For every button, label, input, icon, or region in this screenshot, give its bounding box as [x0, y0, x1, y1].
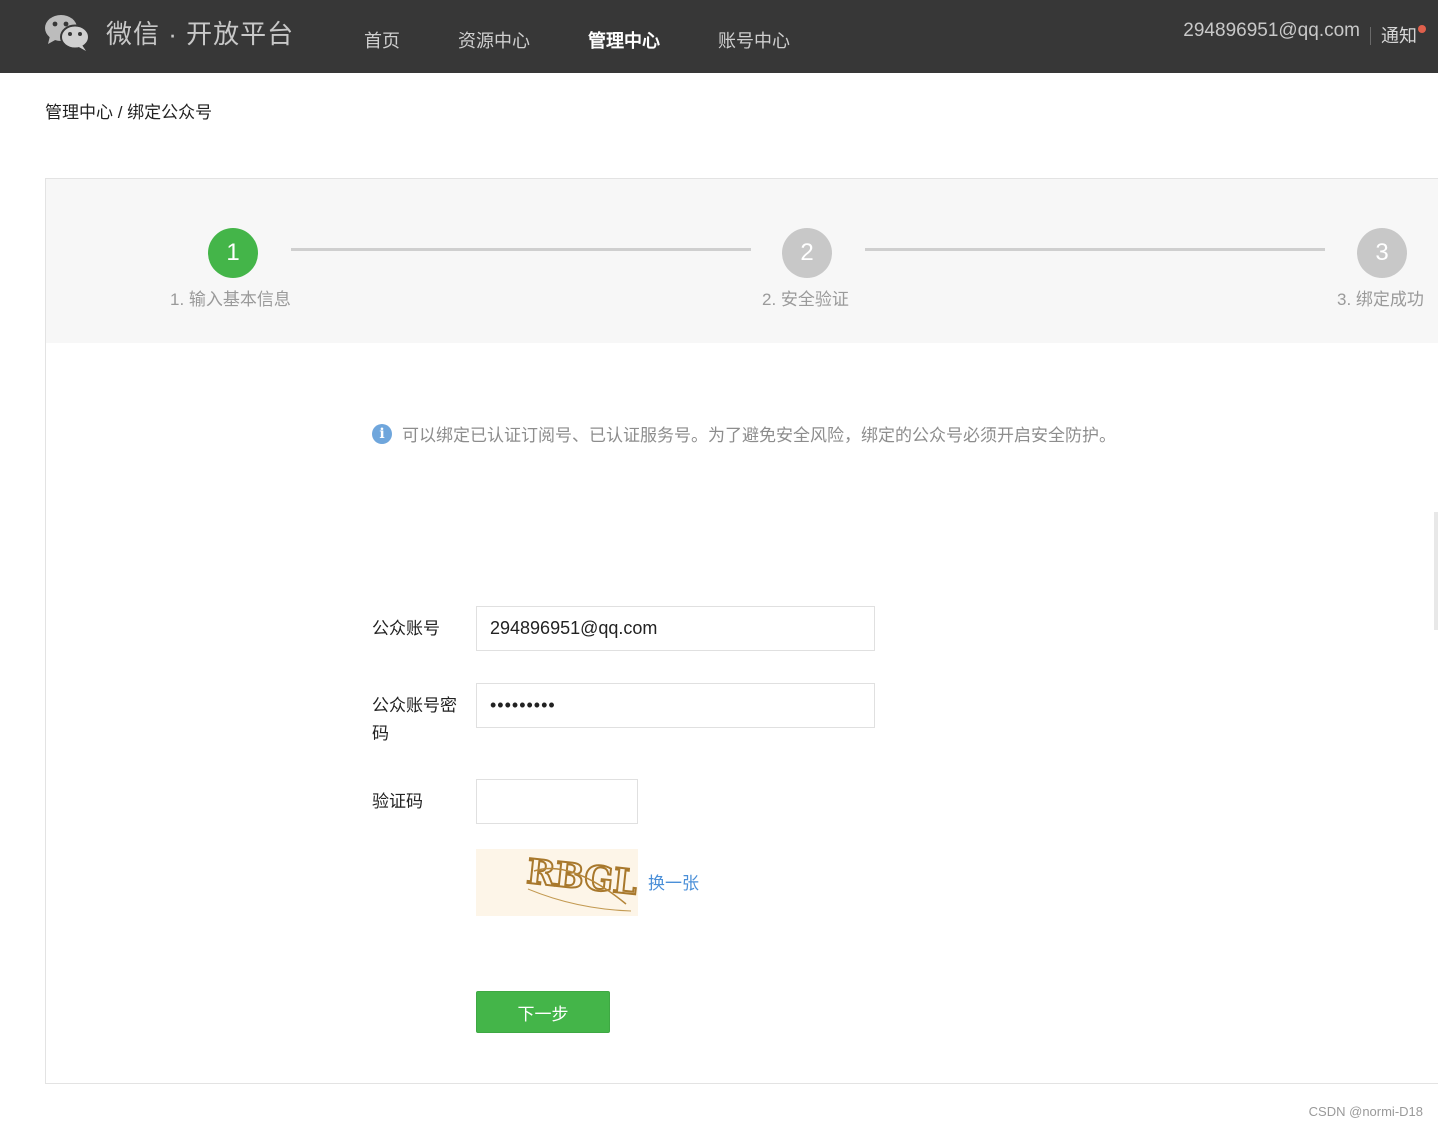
- account-email[interactable]: 294896951@qq.com: [1183, 20, 1360, 42]
- nav-item-account-center[interactable]: 账号中心: [718, 21, 790, 53]
- step-1-circle: 1: [208, 228, 258, 278]
- step-progress: 1 1. 输入基本信息 2 2. 安全验证 3 3. 绑定成功: [46, 179, 1438, 343]
- nav-item-management[interactable]: 管理中心: [588, 21, 660, 53]
- security-tip: i 可以绑定已认证订阅号、已认证服务号。为了避免安全风险，绑定的公众号必须开启安…: [372, 421, 1116, 446]
- step-2-number: 2: [800, 239, 814, 266]
- account-input[interactable]: 294896951@qq.com: [476, 606, 875, 651]
- step-connector-2: [865, 248, 1325, 251]
- step-1-label: 1. 输入基本信息: [170, 290, 291, 309]
- password-label: 公众账号密 码: [372, 692, 457, 748]
- header-divider: [1370, 27, 1371, 45]
- step-3-label: 3. 绑定成功: [1337, 290, 1424, 309]
- info-icon: i: [372, 423, 392, 444]
- captcha-text: RBGL: [525, 852, 638, 903]
- step-2-circle: 2: [782, 228, 832, 278]
- account-input-value: 294896951@qq.com: [490, 618, 658, 638]
- breadcrumb-current: 绑定公众号: [127, 103, 213, 122]
- password-input[interactable]: •••••••••: [476, 683, 875, 728]
- next-step-button[interactable]: 下一步: [476, 991, 610, 1033]
- tip-text: 可以绑定已认证订阅号、已认证服务号。为了避免安全风险，绑定的公众号必须开启安全防…: [402, 426, 1116, 445]
- notice-link[interactable]: 通知: [1381, 22, 1417, 48]
- top-navigation-bar: 微信 · 开放平台 首页 资源中心 管理中心 账号中心 294896951@qq…: [0, 0, 1438, 73]
- password-label-line2: 码: [372, 724, 389, 743]
- step-connector-1: [291, 248, 751, 251]
- step-2-label: 2. 安全验证: [762, 290, 849, 309]
- breadcrumb-separator: /: [113, 103, 128, 122]
- nav-item-resources[interactable]: 资源中心: [458, 21, 530, 53]
- notice-badge-dot: [1418, 25, 1426, 33]
- wechat-open-platform-logo[interactable]: 微信 · 开放平台: [44, 12, 294, 52]
- nav-item-home[interactable]: 首页: [364, 21, 400, 53]
- step-1-number: 1: [226, 239, 240, 266]
- captcha-image-graphic: RBGL: [524, 851, 638, 912]
- captcha-label: 验证码: [372, 792, 423, 811]
- refresh-captcha-link[interactable]: 换一张: [648, 869, 699, 894]
- captcha-image[interactable]: RBGL: [476, 849, 638, 916]
- csdn-watermark: CSDN @normi-D18: [1308, 1104, 1423, 1119]
- captcha-input[interactable]: [476, 779, 638, 824]
- password-input-value: •••••••••: [490, 695, 556, 715]
- step-3-number: 3: [1375, 239, 1389, 266]
- main-nav: 首页 资源中心 管理中心 账号中心: [364, 0, 848, 73]
- wechat-logo-icon: [45, 15, 90, 51]
- step-3-circle: 3: [1357, 228, 1407, 278]
- breadcrumb: 管理中心 / 绑定公众号: [45, 98, 212, 123]
- scrollbar-edge[interactable]: [1434, 512, 1438, 630]
- logo-text: 微信 · 开放平台: [106, 18, 295, 49]
- account-label: 公众账号: [372, 619, 440, 638]
- bind-account-card: 1 1. 输入基本信息 2 2. 安全验证 3 3. 绑定成功 i 可以绑定已认…: [45, 178, 1438, 1084]
- breadcrumb-parent[interactable]: 管理中心: [45, 103, 113, 122]
- password-label-line1: 公众账号密: [372, 696, 457, 715]
